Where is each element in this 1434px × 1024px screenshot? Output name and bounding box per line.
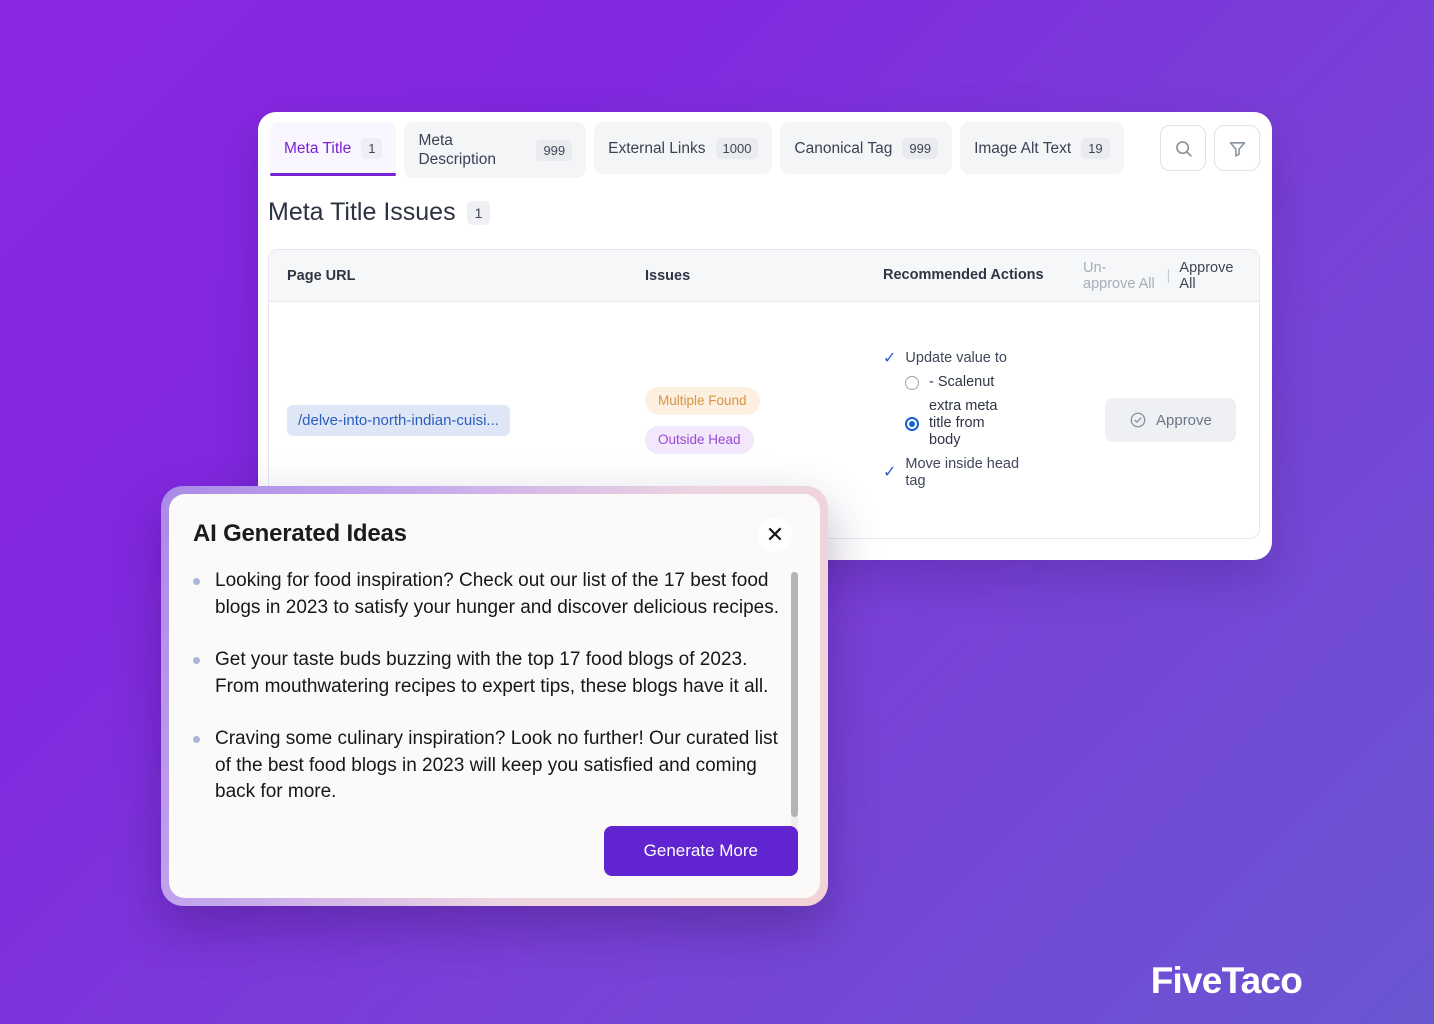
modal-surface: AI Generated Ideas ✕ Looking for food in… xyxy=(169,494,820,898)
tab-label: External Links xyxy=(608,139,706,157)
radio-icon-selected[interactable] xyxy=(905,416,919,431)
recommendation-option-scalenut[interactable]: - Scalenut xyxy=(883,374,1083,391)
cell-approve: Approve xyxy=(1083,398,1241,442)
modal-body: Looking for food inspiration? Check out … xyxy=(169,560,820,840)
tab-image-alt-text[interactable]: Image Alt Text 19 xyxy=(960,122,1124,174)
fivetaco-logo: FiveTaco xyxy=(1150,960,1303,1001)
column-header-page-url: Page URL xyxy=(287,267,356,284)
check-icon: ✓ xyxy=(883,464,897,481)
approve-all-link[interactable]: Approve All xyxy=(1179,260,1237,292)
modal-title: AI Generated Ideas xyxy=(193,520,407,547)
tab-badge: 1 xyxy=(361,137,383,159)
tab-meta-description[interactable]: Meta Description 999 xyxy=(404,122,587,178)
approve-button-label: Approve xyxy=(1156,411,1212,429)
ai-ideas-list: Looking for food inspiration? Check out … xyxy=(193,568,780,806)
tab-bar: Meta Title 1 Meta Description 999 Extern… xyxy=(258,112,1272,180)
recommendation-update-value: ✓ Update value to xyxy=(883,350,1083,367)
radio-icon[interactable] xyxy=(905,375,919,390)
tab-label: Image Alt Text xyxy=(974,139,1072,157)
recommendation-label: Update value to xyxy=(905,350,1007,366)
tab-badge: 999 xyxy=(902,137,939,159)
filter-button[interactable] xyxy=(1214,125,1260,171)
search-icon xyxy=(1175,140,1192,157)
check-circle-icon xyxy=(1130,412,1146,428)
list-item: Get your taste buds buzzing with the top… xyxy=(193,647,780,700)
generate-more-button[interactable]: Generate More xyxy=(603,826,798,876)
tab-label: Meta Title xyxy=(284,139,352,157)
column-header-recommended-actions: Recommended Actions xyxy=(883,267,1044,283)
scrollbar-thumb[interactable] xyxy=(791,572,798,817)
tab-label: Meta Description xyxy=(418,132,496,168)
tab-badge: 1000 xyxy=(715,137,759,159)
tab-badge: 19 xyxy=(1081,137,1110,159)
tab-meta-title[interactable]: Meta Title 1 xyxy=(270,122,397,176)
list-item: Craving some culinary inspiration? Look … xyxy=(193,726,780,806)
cell-recommended-actions: ✓ Update value to - Scalenut extra meta … xyxy=(883,350,1083,490)
bulk-actions-separator: | xyxy=(1166,267,1171,284)
check-icon: ✓ xyxy=(883,349,897,367)
issue-badge-outside-head: Outside Head xyxy=(645,425,754,454)
cell-page-url: /delve-into-north-indian-cuisi... xyxy=(287,404,645,436)
tab-badge: 999 xyxy=(536,139,573,161)
page-count-badge: 1 xyxy=(466,200,491,225)
modal-footer: Generate More xyxy=(169,826,820,898)
option-label: extra meta title from body xyxy=(929,398,998,448)
column-header-issues: Issues xyxy=(645,267,691,284)
modal-scrollbar[interactable] xyxy=(791,572,798,840)
tab-external-links[interactable]: External Links 1000 xyxy=(594,122,773,174)
bulk-actions: Un-approve All | Approve All xyxy=(1083,260,1241,292)
list-item: Looking for food inspiration? Check out … xyxy=(193,568,780,621)
close-icon[interactable]: ✕ xyxy=(758,518,792,552)
recommendation-option-extra-meta-title[interactable]: extra meta title from body xyxy=(883,398,1083,449)
ai-ideas-modal: AI Generated Ideas ✕ Looking for food in… xyxy=(161,486,828,906)
recommendation-move-inside-head: ✓ Move inside head tag xyxy=(883,456,1083,490)
tab-canonical-tag[interactable]: Canonical Tag 999 xyxy=(780,122,953,174)
approve-button[interactable]: Approve xyxy=(1105,398,1236,442)
unapprove-all-link[interactable]: Un-approve All xyxy=(1083,260,1158,292)
issue-badge-multiple-found: Multiple Found xyxy=(645,386,760,415)
table-header-row: Page URL Issues Recommended Actions Un-a… xyxy=(269,250,1259,302)
tab-label: Canonical Tag xyxy=(794,139,893,157)
page-title: Meta Title Issues xyxy=(268,198,456,226)
search-button[interactable] xyxy=(1160,125,1206,171)
option-label: - Scalenut xyxy=(929,374,995,390)
filter-icon xyxy=(1229,141,1245,157)
page-url-chip[interactable]: /delve-into-north-indian-cuisi... xyxy=(287,404,510,436)
modal-header: AI Generated Ideas ✕ xyxy=(169,494,820,560)
page-header: Meta Title Issues 1 xyxy=(258,180,1272,227)
cell-issues: Multiple Found Outside Head xyxy=(645,386,883,454)
recommendation-label: Move inside head tag xyxy=(905,456,1020,489)
